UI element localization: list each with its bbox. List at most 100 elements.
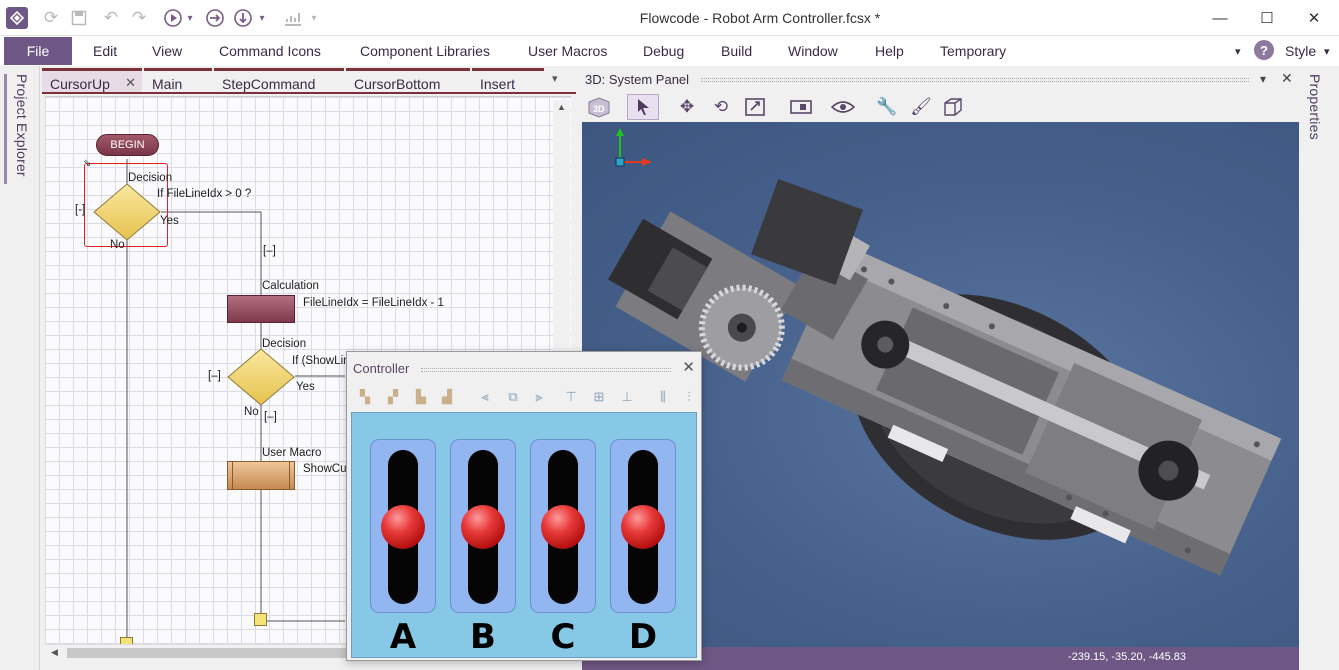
- decision-1-yes: Yes: [160, 215, 179, 227]
- style-menu[interactable]: Style: [1285, 43, 1316, 59]
- maximize-button[interactable]: ☐: [1253, 6, 1281, 30]
- distribute-vertical-icon[interactable]: ⫶: [677, 386, 701, 408]
- menu-help[interactable]: Help: [875, 43, 904, 59]
- align-bottom-icon[interactable]: ⊥: [615, 386, 639, 408]
- menu-window[interactable]: Window: [788, 43, 838, 59]
- controller-panel: A B C D: [351, 412, 697, 658]
- run-icon[interactable]: [162, 7, 184, 29]
- align-bottom-right-icon[interactable]: ▞: [381, 386, 405, 408]
- minimize-button[interactable]: —: [1206, 6, 1234, 30]
- slider-b-label: B: [470, 617, 496, 657]
- tab-stepcommand[interactable]: StepCommand: [214, 68, 344, 92]
- menu-command-icons[interactable]: Command Icons: [219, 43, 321, 59]
- slider-a-label: A: [389, 617, 417, 657]
- camera-icon[interactable]: [785, 94, 817, 120]
- refresh-icon[interactable]: ⟳: [40, 7, 62, 29]
- select-pointer-icon[interactable]: [627, 94, 659, 120]
- align-top-icon[interactable]: ⊤: [559, 386, 583, 408]
- menu-view[interactable]: View: [152, 43, 182, 59]
- align-top-left-icon[interactable]: ▚: [353, 386, 377, 408]
- tab-cursorup[interactable]: CursorUp ✕: [42, 68, 142, 92]
- menu-component-libraries[interactable]: Component Libraries: [360, 43, 490, 59]
- menu-edit[interactable]: Edit: [93, 43, 117, 59]
- view-3d-icon[interactable]: 3D: [583, 94, 615, 120]
- begin-terminal[interactable]: BEGIN: [96, 134, 159, 156]
- tab-insert[interactable]: Insert: [472, 68, 544, 92]
- yes-branch-collapse[interactable]: [–]: [263, 245, 276, 257]
- chart-icon[interactable]: [282, 7, 304, 29]
- merge-point[interactable]: [254, 613, 267, 626]
- decision-2-collapse[interactable]: [–]: [208, 370, 221, 382]
- step-over-icon[interactable]: [204, 7, 226, 29]
- decision-1-diamond[interactable]: [92, 182, 162, 242]
- align-right-icon[interactable]: ⫸: [527, 386, 551, 408]
- menu-temporary[interactable]: Temporary: [940, 43, 1006, 59]
- decision-2-no-collapse[interactable]: [–]: [264, 411, 277, 423]
- tabs-underline: [42, 92, 576, 94]
- scroll-left-icon[interactable]: ◀: [51, 647, 58, 658]
- system-panel-toolbar: 3D ✥ ⟲ 🔧 🖌: [577, 92, 1299, 122]
- properties-tab[interactable]: Properties: [1307, 74, 1323, 140]
- panel-close-icon[interactable]: ✕: [1281, 70, 1293, 87]
- visibility-eye-icon[interactable]: [827, 94, 859, 120]
- svg-text:3D: 3D: [593, 104, 605, 114]
- decision-1-no: No: [110, 239, 125, 251]
- style-dropdown-icon[interactable]: ▾: [1324, 45, 1330, 58]
- ribbon-collapse-icon[interactable]: ▾: [1235, 45, 1241, 58]
- run-dropdown-icon[interactable]: ▾: [184, 7, 196, 29]
- close-button[interactable]: ✕: [1300, 6, 1328, 30]
- distribute-horizontal-icon[interactable]: ⫼: [651, 386, 675, 408]
- slider-d[interactable]: [610, 439, 676, 613]
- customize-dropdown-icon[interactable]: ▾: [308, 7, 320, 29]
- tab-cursorbottom[interactable]: CursorBottom: [346, 68, 470, 92]
- user-macro-call: ShowCur: [303, 463, 351, 475]
- step-into-icon[interactable]: [232, 7, 254, 29]
- calculation-block[interactable]: [227, 295, 295, 323]
- decision-2-diamond[interactable]: [226, 347, 296, 407]
- slider-a-knob[interactable]: [381, 505, 425, 549]
- hscroll-thumb[interactable]: [67, 648, 347, 658]
- decision-1-collapse[interactable]: [-]: [75, 204, 85, 216]
- controller-title: Controller: [353, 361, 410, 376]
- bring-forward-icon[interactable]: ▙: [409, 386, 433, 408]
- send-backward-icon[interactable]: ▟: [435, 386, 459, 408]
- save-icon[interactable]: [68, 7, 90, 29]
- zoom-extents-icon[interactable]: [739, 94, 771, 120]
- cube-tools-icon[interactable]: [937, 94, 969, 120]
- scroll-up-icon[interactable]: ▲: [557, 102, 566, 112]
- pan-icon[interactable]: ✥: [671, 94, 703, 120]
- slider-c[interactable]: [530, 439, 596, 613]
- menu-user-macros[interactable]: User Macros: [528, 43, 607, 59]
- connector-arrow-icon: ⇘: [83, 158, 92, 169]
- project-explorer-tab[interactable]: Project Explorer: [14, 74, 30, 177]
- slider-a[interactable]: [370, 439, 436, 613]
- paint-brush-icon[interactable]: 🖌: [905, 94, 937, 120]
- slider-b-knob[interactable]: [461, 505, 505, 549]
- tab-main[interactable]: Main: [144, 68, 212, 92]
- step-dropdown-icon[interactable]: ▾: [256, 7, 268, 29]
- menu-build[interactable]: Build: [721, 43, 752, 59]
- controller-close-icon[interactable]: ✕: [682, 358, 695, 376]
- controller-window[interactable]: Controller ✕ ▚ ▞ ▙ ▟ ⫷ ⧉ ⫸ ⊤ ⊞ ⊥ ⫼ ⫶ A B…: [346, 351, 702, 661]
- menu-debug[interactable]: Debug: [643, 43, 684, 59]
- help-icon[interactable]: ?: [1254, 40, 1274, 60]
- menu-file[interactable]: File: [4, 37, 72, 65]
- app-logo-icon: [6, 7, 28, 29]
- align-center-icon[interactable]: ⧉: [501, 386, 525, 408]
- undo-icon[interactable]: ↶: [100, 7, 122, 29]
- align-left-icon[interactable]: ⫷: [473, 386, 497, 408]
- redo-icon[interactable]: ↷: [128, 7, 150, 29]
- wrench-tools-icon[interactable]: 🔧: [871, 94, 903, 120]
- tab-close-icon[interactable]: ✕: [125, 75, 136, 91]
- user-macro-block[interactable]: [227, 461, 295, 490]
- controller-header-grip: [421, 368, 671, 372]
- calculation-label: Calculation: [262, 280, 319, 292]
- align-middle-icon[interactable]: ⊞: [587, 386, 611, 408]
- slider-c-knob[interactable]: [541, 505, 585, 549]
- decision-2-no: No: [244, 406, 259, 418]
- orbit-icon[interactable]: ⟲: [705, 94, 737, 120]
- panel-dropdown-icon[interactable]: ▾: [1260, 72, 1266, 86]
- slider-d-knob[interactable]: [621, 505, 665, 549]
- slider-b[interactable]: [450, 439, 516, 613]
- tabs-dropdown-icon[interactable]: ▾: [552, 72, 558, 85]
